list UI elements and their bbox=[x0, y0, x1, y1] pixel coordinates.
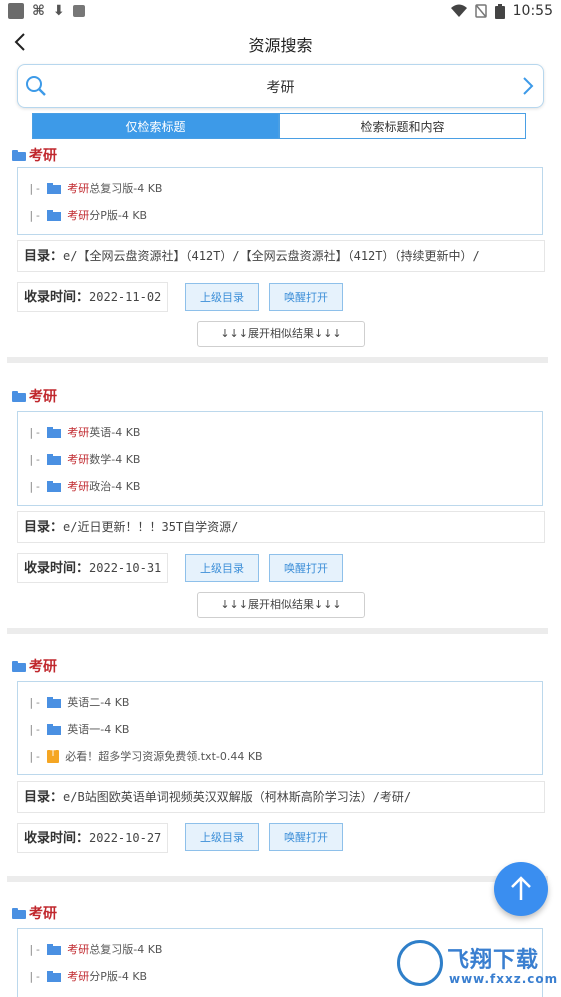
status-time: 10:55 bbox=[512, 3, 553, 19]
watermark-url: www.fxxz.com bbox=[449, 972, 559, 986]
folder-icon bbox=[47, 182, 62, 194]
list-item[interactable]: |- 考研 数学-4 KB bbox=[28, 451, 140, 467]
directory-path: 目录：e/B站图欧英语单词视频英汉双解版（柯林斯高阶学习法）/考研/ bbox=[17, 781, 545, 813]
search-mode-toggle: 仅检索标题 检索标题和内容 bbox=[32, 113, 526, 139]
open-app-button[interactable]: 唤醒打开 bbox=[269, 823, 343, 851]
folder-icon bbox=[47, 970, 62, 982]
result-card: 考研 |- 英语二-4 KB |- 英语一-4 KB |- 必看！超多学习资源免… bbox=[7, 634, 548, 876]
list-item[interactable]: |- 考研 分P版-4 KB bbox=[28, 968, 147, 984]
notification-bug-icon: ⌘ bbox=[32, 3, 45, 19]
open-app-button[interactable]: 唤醒打开 bbox=[269, 554, 343, 582]
page-title: 资源搜索 bbox=[248, 36, 313, 55]
folder-icon bbox=[47, 723, 62, 735]
list-item[interactable]: |- 必看！超多学习资源免费领.txt-0.44 KB bbox=[28, 748, 263, 764]
mode-title-and-content[interactable]: 检索标题和内容 bbox=[279, 113, 526, 139]
search-input[interactable]: 考研 bbox=[18, 77, 543, 97]
result-card: 考研 |- 考研 英语-4 KB |- 考研 数学-4 KB |- 考研 政治-4 K… bbox=[7, 363, 548, 628]
indexed-date: 收录时间：2022-11-02 bbox=[17, 282, 169, 312]
folder-icon bbox=[47, 943, 62, 955]
list-item[interactable]: |- 英语一-4 KB bbox=[28, 721, 129, 737]
result-title[interactable]: 考研 bbox=[12, 386, 57, 406]
folder-icon bbox=[12, 390, 26, 402]
status-bar: ⌘ ⬇ 10:55 bbox=[0, 0, 561, 24]
list-item[interactable]: |- 考研 英语-4 KB bbox=[28, 424, 140, 440]
folder-icon bbox=[47, 426, 62, 438]
parent-directory-button[interactable]: 上级目录 bbox=[185, 554, 259, 582]
file-list: |- 英语二-4 KB |- 英语一-4 KB |- 必看！超多学习资源免费领.… bbox=[17, 681, 543, 775]
folder-icon bbox=[47, 453, 62, 465]
list-item[interactable]: |- 考研 政治-4 KB bbox=[28, 478, 140, 494]
scroll-to-top-button[interactable] bbox=[494, 862, 548, 916]
folder-icon bbox=[47, 480, 62, 492]
wifi-icon bbox=[450, 4, 467, 17]
expand-similar-button[interactable]: ↓↓↓展开相似结果↓↓↓ bbox=[197, 592, 365, 618]
download-icon: ⬇ bbox=[53, 3, 65, 19]
app-bar: 资源搜索 bbox=[0, 24, 561, 62]
chevron-right-icon[interactable] bbox=[519, 75, 537, 97]
search-bar[interactable]: 考研 bbox=[17, 64, 544, 108]
result-title[interactable]: 考研 bbox=[12, 656, 57, 676]
result-card: 考研 |- 考研 总复习版-4 KB |- 考研 分P版-4 KB 目录：e/【全网… bbox=[7, 139, 548, 357]
indexed-date: 收录时间：2022-10-31 bbox=[17, 553, 169, 583]
watermark-name: 飞翔下载 bbox=[447, 948, 540, 973]
notification-app-icon bbox=[8, 3, 24, 19]
list-item[interactable]: |- 英语二-4 KB bbox=[28, 694, 129, 710]
folder-icon bbox=[47, 209, 62, 221]
result-title[interactable]: 考研 bbox=[12, 903, 57, 923]
file-list: |- 考研 英语-4 KB |- 考研 数学-4 KB |- 考研 政治-4 KB bbox=[17, 411, 543, 506]
directory-path: 目录：e/【全网云盘资源社】（412T）/【全网云盘资源社】（412T）（持续更… bbox=[17, 240, 545, 272]
folder-icon bbox=[12, 660, 26, 672]
folder-icon bbox=[12, 149, 26, 161]
file-list: |- 考研 总复习版-4 KB |- 考研 分P版-4 KB bbox=[17, 167, 543, 235]
watermark: 飞翔下载 www.fxxz.com bbox=[393, 938, 561, 997]
arrow-up-icon bbox=[511, 876, 531, 900]
open-app-button[interactable]: 唤醒打开 bbox=[269, 283, 343, 311]
list-item[interactable]: |- 考研 分P版-4 KB bbox=[28, 207, 147, 223]
watermark-logo bbox=[397, 940, 443, 986]
notification-a-icon bbox=[72, 5, 85, 17]
battery-icon bbox=[494, 3, 505, 19]
indexed-date: 收录时间：2022-10-27 bbox=[17, 823, 169, 853]
expand-similar-button[interactable]: ↓↓↓展开相似结果↓↓↓ bbox=[197, 321, 365, 347]
list-item[interactable]: |- 考研 总复习版-4 KB bbox=[28, 180, 162, 196]
parent-directory-button[interactable]: 上级目录 bbox=[185, 823, 259, 851]
parent-directory-button[interactable]: 上级目录 bbox=[185, 283, 259, 311]
mode-title-only[interactable]: 仅检索标题 bbox=[32, 113, 279, 139]
list-item[interactable]: |- 考研 总复习版-4 KB bbox=[28, 941, 162, 957]
folder-icon bbox=[12, 907, 26, 919]
no-sim-icon bbox=[474, 4, 487, 18]
folder-icon bbox=[47, 696, 62, 708]
result-title[interactable]: 考研 bbox=[12, 145, 57, 165]
text-file-icon bbox=[47, 749, 60, 763]
directory-path: 目录：e/近日更新！！！35T自学资源/ bbox=[17, 511, 545, 543]
